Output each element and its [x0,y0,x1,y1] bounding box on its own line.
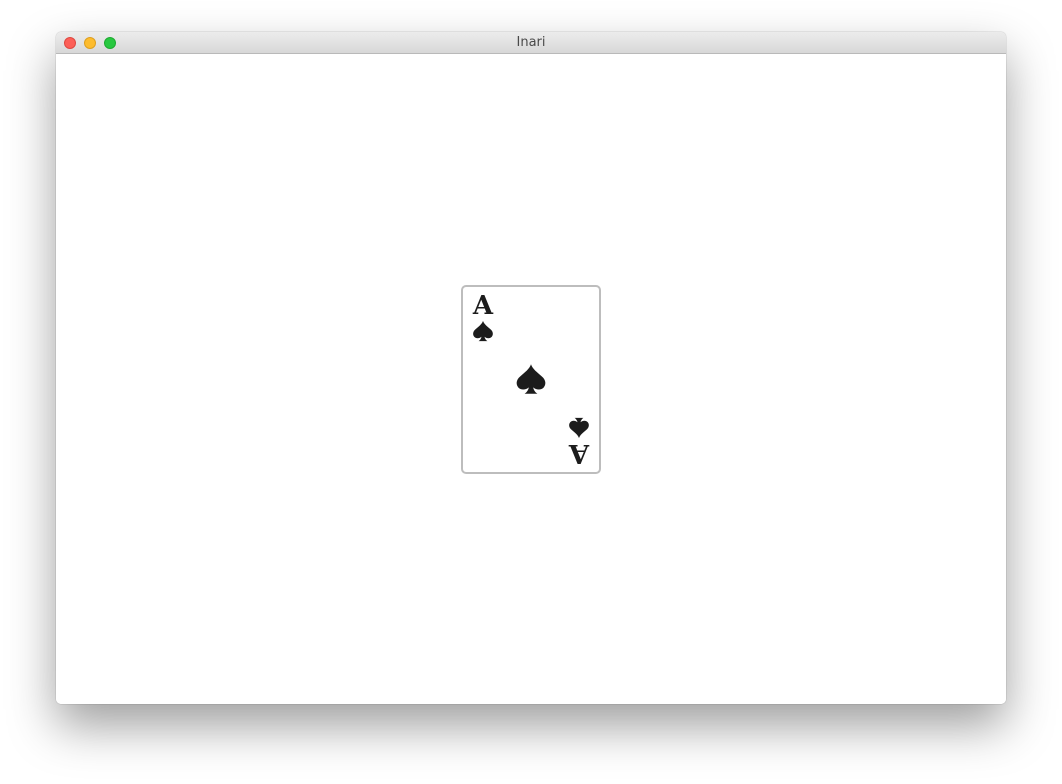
window-title: Inari [516,35,546,50]
spade-icon [473,320,493,342]
app-window: Inari A A [56,32,1006,704]
playing-card[interactable]: A A [461,285,601,474]
title-bar[interactable]: Inari [56,32,1006,54]
spade-icon [569,417,589,439]
spade-icon [516,364,546,394]
card-rank: A [568,438,590,468]
card-corner-bottom-right: A [566,417,592,468]
game-area: A A [56,54,1006,704]
card-rank: A [472,291,494,321]
card-corner-top-left: A [470,291,496,342]
